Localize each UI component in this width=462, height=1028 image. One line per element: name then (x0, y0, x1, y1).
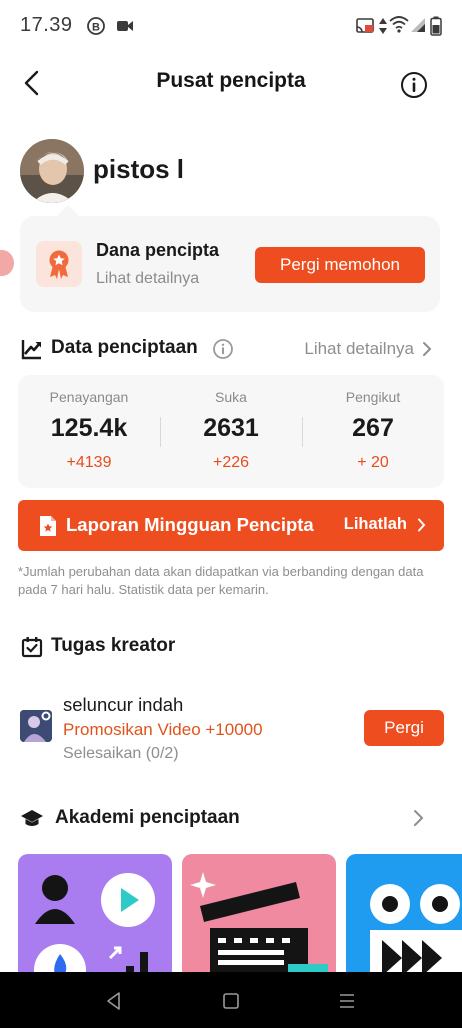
cast-icon (356, 18, 374, 33)
creator-fund-details-link[interactable]: Lihat detailnya (96, 270, 199, 288)
video-camera-icon (117, 21, 133, 31)
creator-fund-title: Dana pencipta (96, 240, 220, 260)
chevron-right-icon (418, 518, 426, 531)
creation-data-header: Data penciptaan Lihat detailnya (20, 334, 442, 364)
creation-data-details-link[interactable]: Lihat detailnya (304, 339, 432, 359)
b-badge-icon: B (87, 17, 105, 35)
page-title: Pusat pencipta (156, 69, 306, 92)
back-triangle-icon[interactable] (103, 990, 125, 1012)
weekly-report-title: Laporan Mingguan Pencipta (66, 514, 314, 535)
creator-tasks-title: Tugas kreator (51, 635, 176, 656)
avatar[interactable] (20, 139, 84, 203)
menu-lines-icon[interactable] (336, 990, 358, 1012)
stat-followers[interactable]: Pengikut 267 + 20 (302, 375, 444, 488)
medal-icon (49, 250, 69, 279)
creation-academy-title: Akademi penciptaan (55, 807, 240, 828)
go-button[interactable]: Pergi (364, 710, 444, 746)
trend-chart-icon (21, 340, 41, 360)
status-bar: 17.39 B (0, 0, 462, 52)
system-navigation-bar (0, 972, 462, 1028)
stat-likes[interactable]: Suka 2631 +226 (160, 375, 302, 488)
username: pistos l (93, 154, 185, 184)
clapperboard-illustration (190, 872, 328, 972)
footnote: *Jumlah perubahan data akan didapatkan v… (18, 564, 424, 597)
data-arrows-icon (379, 18, 387, 34)
creator-fund-icon-box (36, 241, 82, 287)
stat-delta: +4139 (66, 454, 112, 471)
wifi-icon (389, 16, 409, 33)
task-progress: Selesaikan (0/2) (63, 745, 179, 762)
academy-card[interactable] (18, 854, 172, 972)
creation-data-title: Data penciptaan (51, 337, 198, 358)
creation-academy-header[interactable]: Akademi penciptaan (20, 804, 442, 834)
weekly-report-banner[interactable]: Laporan Mingguan Pencipta Lihatlah (18, 500, 444, 551)
chevron-right-icon[interactable] (408, 808, 428, 828)
task-title: seluncur indah (63, 694, 184, 715)
weekly-report-link[interactable]: Lihatlah (344, 515, 426, 534)
stat-value: 267 (352, 414, 394, 442)
status-time: 17.39 (20, 14, 73, 36)
task-thumbnail-image (20, 710, 52, 742)
stat-delta: +226 (212, 454, 250, 471)
top-nav-bar: Pusat pencipta (0, 56, 462, 110)
profile-header: pistos l (0, 136, 462, 206)
creator-tasks-header: Tugas kreator (20, 632, 442, 662)
stat-delta: + 20 (357, 454, 389, 471)
task-item[interactable]: seluncur indah Promosikan Video +10000 S… (18, 690, 444, 770)
info-circle-icon[interactable] (399, 70, 429, 100)
creator-fund-card: Dana pencipta Lihat detailnya Pergi memo… (20, 216, 440, 312)
stats-card: Penayangan 125.4k +4139 Suka 2631 +226 P… (18, 375, 444, 488)
signal-icon (411, 18, 425, 32)
stat-views[interactable]: Penayangan 125.4k +4139 (18, 375, 160, 488)
chevron-right-icon (423, 342, 432, 356)
stat-label: Penayangan (49, 389, 129, 405)
stat-label: Suka (215, 389, 247, 405)
weekly-report-link-label: Lihatlah (343, 515, 407, 533)
svg-text:B: B (92, 22, 100, 34)
battery-icon (430, 16, 442, 36)
apply-button[interactable]: Pergi memohon (255, 247, 425, 283)
task-reward: Promosikan Video +10000 (63, 720, 263, 739)
stat-value: 2631 (203, 414, 259, 442)
stat-value: 125.4k (50, 414, 128, 442)
stat-label: Pengikut (345, 389, 401, 405)
academy-card[interactable] (182, 854, 336, 972)
info-circle-icon[interactable] (212, 338, 234, 360)
floating-tab-blob[interactable] (0, 250, 14, 276)
creation-data-details-label: Lihat detailnya (304, 339, 414, 358)
avatar-photo (20, 139, 84, 203)
creator-profile-illustration (34, 873, 155, 972)
graduation-cap-icon (21, 810, 43, 826)
task-thumbnail (20, 710, 52, 742)
fast-forward-illustration (370, 884, 462, 972)
academy-card[interactable] (346, 854, 462, 972)
report-document-icon (40, 516, 56, 536)
academy-card-carousel (18, 854, 462, 972)
home-square-icon[interactable] (220, 990, 242, 1012)
calendar-check-icon (21, 637, 43, 658)
